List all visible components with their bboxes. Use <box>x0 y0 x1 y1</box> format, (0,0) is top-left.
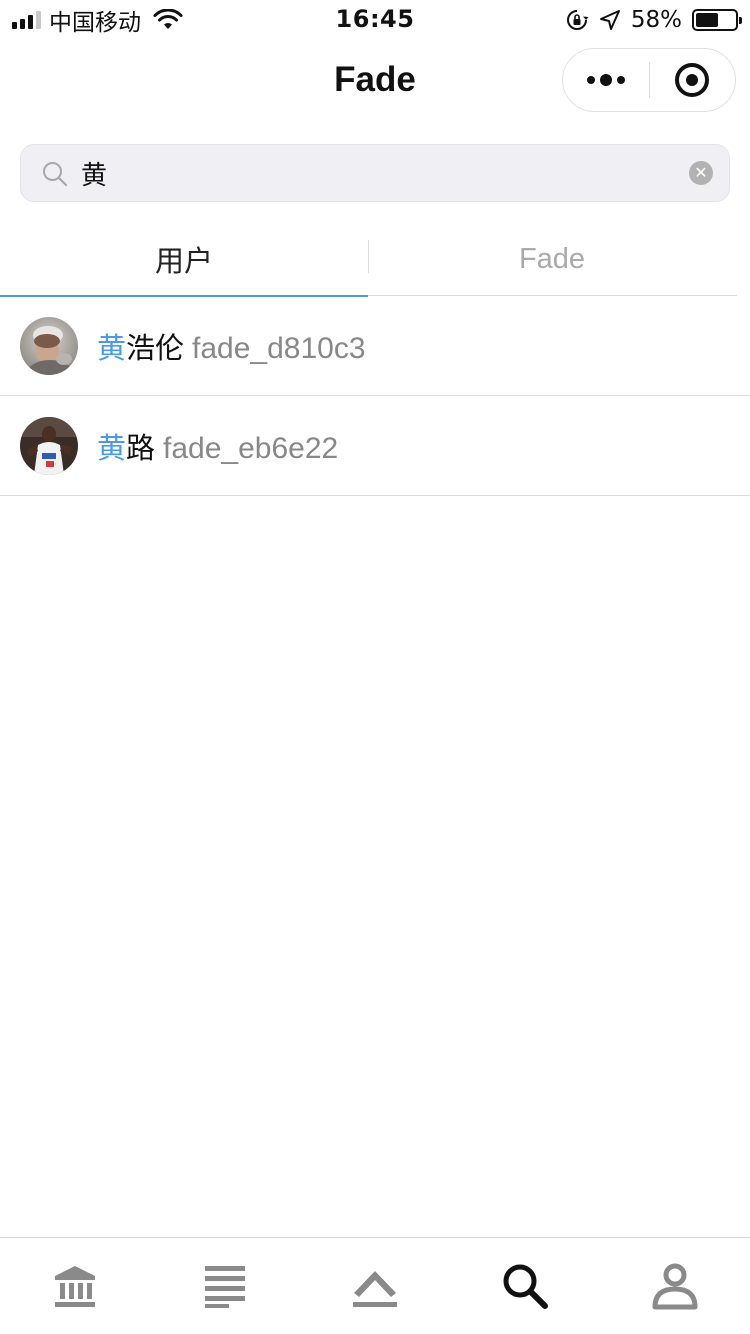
match-highlight: 黄 <box>97 330 127 365</box>
tab-divider <box>368 240 369 273</box>
search-icon <box>43 162 68 187</box>
avatar <box>20 416 78 475</box>
result-handle: fade_d810c3 <box>192 331 366 365</box>
result-name-rest: 浩伦 <box>126 330 185 365</box>
result-handle: fade_eb6e22 <box>163 431 339 465</box>
target-icon[interactable] <box>650 49 735 111</box>
clear-icon[interactable]: ✕ <box>689 161 713 185</box>
location-icon <box>599 10 620 30</box>
bottom-tab-bar <box>0 1237 750 1334</box>
result-text: 黄浩伦 fade_d810c3 <box>97 325 366 367</box>
result-list: 黄浩伦 fade_d810c3 黄路 fade_eb6e22 <box>0 296 750 496</box>
search-icon <box>503 1264 548 1309</box>
list-item[interactable]: 黄浩伦 fade_d810c3 <box>0 296 750 396</box>
search-bar: ✕ <box>20 144 730 202</box>
list-item[interactable]: 黄路 fade_eb6e22 <box>0 396 750 496</box>
battery-percent: 58% <box>630 7 682 33</box>
chevron-up-icon <box>353 1271 397 1307</box>
battery-fill <box>696 13 719 27</box>
search-input[interactable] <box>81 153 681 193</box>
bank-icon <box>55 1266 95 1307</box>
tab-profile[interactable] <box>600 1238 750 1334</box>
nav-bar: Fade <box>0 44 750 120</box>
more-dots-icon[interactable] <box>563 49 649 111</box>
match-highlight: 黄 <box>97 430 127 465</box>
mini-program-capsule <box>562 48 736 112</box>
avatar <box>20 316 78 375</box>
tab-fade[interactable]: Fade <box>368 222 736 296</box>
result-text: 黄路 fade_eb6e22 <box>97 425 338 467</box>
orientation-lock-icon <box>566 10 589 30</box>
list-icon <box>205 1266 245 1308</box>
result-name-rest: 路 <box>126 430 156 465</box>
status-right: 58% <box>565 6 742 34</box>
tab-list[interactable] <box>150 1238 300 1334</box>
user-icon <box>652 1263 698 1310</box>
battery-icon <box>692 9 742 31</box>
status-bar: 中国移动 16:45 58% <box>0 0 750 40</box>
tab-upload[interactable] <box>300 1238 450 1334</box>
tab-search[interactable] <box>450 1238 600 1334</box>
tab-users[interactable]: 用户 <box>0 222 368 297</box>
tab-home[interactable] <box>0 1238 150 1334</box>
